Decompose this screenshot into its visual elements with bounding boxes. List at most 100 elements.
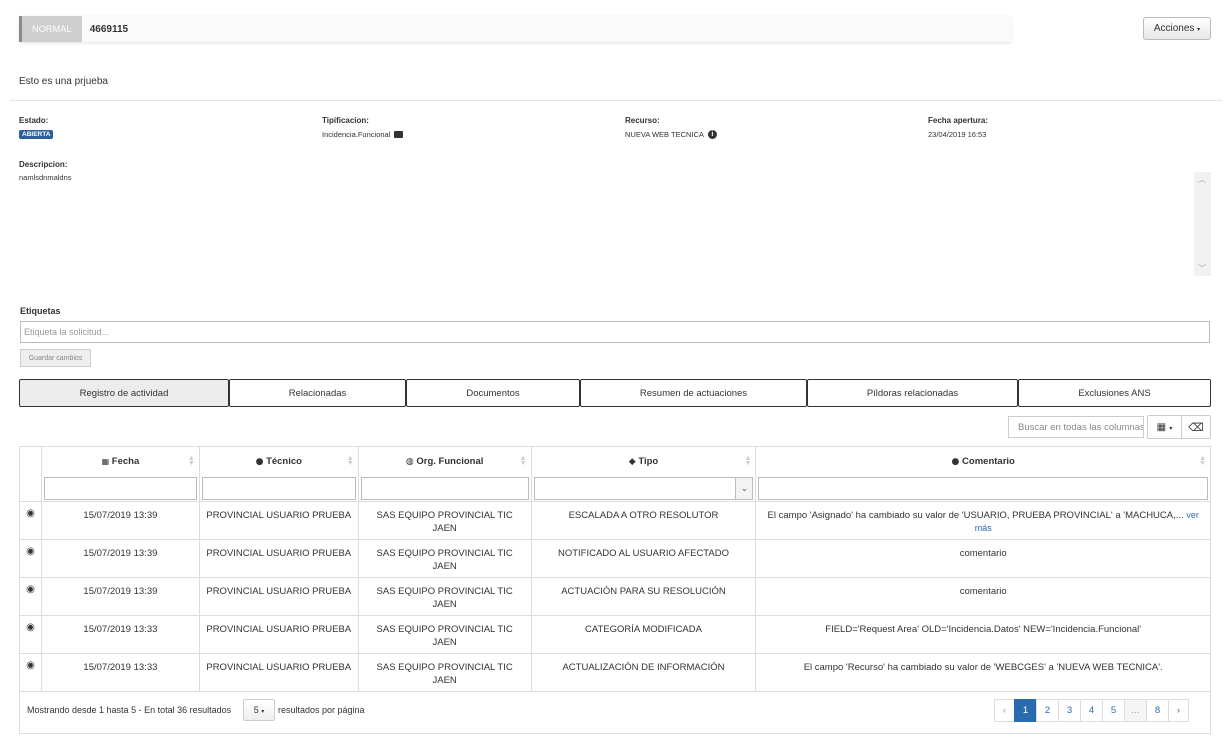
- cell-fecha: 15/07/2019 13:33: [41, 653, 200, 692]
- cell-tipo: ESCALADA A OTRO RESOLUTOR: [531, 501, 757, 540]
- sort-icon[interactable]: ▲ ▼: [188, 455, 195, 467]
- actions-label: Acciones: [1153, 23, 1195, 34]
- page-prev[interactable]: ‹: [994, 699, 1015, 722]
- scrollbar[interactable]: ︿ ﹀: [1194, 172, 1211, 276]
- filter-fecha-input[interactable]: [43, 476, 197, 500]
- cell-fecha: 15/07/2019 13:39: [41, 539, 200, 578]
- table-row: ◉ 15/07/2019 13:39 PROVINCIAL USUARIO PR…: [19, 501, 1211, 540]
- filter-comentario-input[interactable]: [758, 476, 1208, 500]
- cell-comentario: comentario: [755, 539, 1211, 578]
- filter-tipo-select[interactable]: ⌄: [533, 476, 754, 500]
- filter-tecnico-input[interactable]: [201, 476, 356, 500]
- tab-exclusiones-ans[interactable]: Exclusiones ANS: [1018, 379, 1211, 407]
- field-fecha: Fecha apertura: 23/04/2019 16:53: [928, 116, 988, 139]
- eye-icon[interactable]: ◉: [19, 615, 42, 654]
- briefcase-icon[interactable]: [394, 131, 404, 138]
- page-4[interactable]: 4: [1080, 699, 1103, 722]
- results-summary: Mostrando desde 1 hasta 5 - En total 36 …: [27, 705, 232, 715]
- cell-org: SAS EQUIPO PROVINCIAL TIC JAEN: [358, 501, 532, 540]
- cell-comentario: El campo 'Recurso' ha cambiado su valor …: [755, 653, 1211, 692]
- page-ellipsis: ...: [1124, 699, 1147, 722]
- cell-tipo: NOTIFICADO AL USUARIO AFECTADO: [531, 539, 757, 578]
- tab-documentos[interactable]: Documentos: [406, 379, 580, 407]
- clear-filters-button[interactable]: ⌫: [1181, 415, 1211, 439]
- columns-button[interactable]: ▦ ▾: [1147, 415, 1182, 439]
- cell-tecnico: PROVINCIAL USUARIO PRUEBA: [199, 653, 359, 692]
- column-header-fecha[interactable]: ▦ Fecha ▲ ▼: [41, 446, 200, 476]
- table-row: ◉ 15/07/2019 13:39 PROVINCIAL USUARIO PR…: [19, 577, 1211, 616]
- cell-org: SAS EQUIPO PROVINCIAL TIC JAEN: [358, 577, 532, 616]
- filter-cell: [756, 476, 1211, 502]
- field-tipificacion-value: Incidencia.Funcional: [322, 130, 391, 139]
- table-row: ◉ 15/07/2019 13:39 PROVINCIAL USUARIO PR…: [19, 539, 1211, 578]
- filter-cell: [41, 475, 200, 502]
- per-page-label: resultados por página: [278, 705, 365, 715]
- column-header-view: [19, 446, 42, 476]
- tag-icon: ◆: [628, 456, 636, 467]
- field-estado: Estado: ABIERTA: [19, 116, 54, 139]
- filter-org-input[interactable]: [360, 476, 529, 500]
- scroll-down-icon[interactable]: ﹀: [1198, 263, 1206, 274]
- tab-relacionadas[interactable]: Relacionadas: [229, 379, 406, 407]
- eraser-icon: ⌫: [1188, 420, 1204, 434]
- scroll-up-icon[interactable]: ︿: [1198, 174, 1206, 185]
- eye-icon[interactable]: ◉: [19, 577, 42, 616]
- per-page-select[interactable]: 5 ▾: [243, 699, 275, 721]
- tags-label: Etiquetas: [20, 306, 61, 316]
- cell-fecha: 15/07/2019 13:39: [41, 501, 200, 540]
- eye-icon[interactable]: ◉: [19, 653, 42, 692]
- column-header-tipo[interactable]: ◆ Tipo ▲ ▼: [531, 446, 757, 476]
- eye-icon[interactable]: ◉: [19, 501, 42, 540]
- sort-icon[interactable]: ▲ ▼: [347, 455, 354, 467]
- field-tipificacion-label: Tipificacion:: [322, 116, 369, 125]
- page-5[interactable]: 5: [1102, 699, 1125, 722]
- field-fecha-label: Fecha apertura:: [928, 116, 989, 125]
- table-search-input[interactable]: [1008, 416, 1144, 438]
- sort-icon[interactable]: ▲ ▼: [1199, 455, 1206, 467]
- cell-tecnico: PROVINCIAL USUARIO PRUEBA: [199, 501, 359, 540]
- cell-org: SAS EQUIPO PROVINCIAL TIC JAEN: [358, 653, 532, 692]
- ticket-header: NORMAL 4669115: [19, 16, 1011, 42]
- comment-icon: ●: [951, 456, 960, 467]
- ticket-id: 4669115: [89, 23, 129, 35]
- cell-fecha: 15/07/2019 13:39: [41, 577, 200, 616]
- divider: [10, 100, 1222, 101]
- user-icon: ●: [255, 456, 264, 467]
- tab-resumen-actuaciones[interactable]: Resumen de actuaciones: [580, 379, 807, 407]
- grid-icon: ▦: [1156, 421, 1167, 433]
- cell-comentario: comentario: [755, 577, 1211, 616]
- tab-pildoras-relacionadas[interactable]: Píldoras relacionadas: [807, 379, 1018, 407]
- sort-icon[interactable]: ▲ ▼: [744, 455, 751, 467]
- column-header-org[interactable]: ◍ Org. Funcional ▲ ▼: [358, 446, 532, 476]
- cell-tecnico: PROVINCIAL USUARIO PRUEBA: [199, 577, 359, 616]
- cell-tecnico: PROVINCIAL USUARIO PRUEBA: [199, 615, 359, 654]
- cell-tipo: ACTUALIZACIÓN DE INFORMACIÓN: [531, 653, 757, 692]
- page-1[interactable]: 1: [1014, 699, 1037, 722]
- page-8[interactable]: 8: [1146, 699, 1169, 722]
- page-3[interactable]: 3: [1058, 699, 1081, 722]
- field-recurso-label: Recurso:: [625, 116, 660, 125]
- field-recurso: Recurso: NUEVA WEB TECNICA i: [625, 116, 717, 139]
- description-area[interactable]: ︿ ﹀: [19, 172, 1211, 276]
- sort-icon[interactable]: ▲ ▼: [520, 455, 527, 467]
- filter-row: ⌄: [19, 475, 1211, 502]
- field-tipificacion: Tipificacion: Incidencia.Funcional: [322, 116, 404, 139]
- tab-registro-actividad[interactable]: Registro de actividad: [19, 379, 229, 407]
- field-descripcion-label: Descripcion:: [19, 160, 68, 169]
- cell-org: SAS EQUIPO PROVINCIAL TIC JAEN: [358, 615, 532, 654]
- column-header-tecnico[interactable]: ● Técnico ▲ ▼: [199, 446, 359, 476]
- ticket-subject: Esto es una prjueba: [19, 76, 108, 87]
- field-recurso-value: NUEVA WEB TECNICA: [625, 130, 704, 139]
- chevron-down-icon: ⌄: [735, 477, 753, 499]
- info-icon[interactable]: i: [707, 130, 717, 139]
- activity-table: ▦ Fecha ▲ ▼ ● Técnico ▲ ▼ ◍ Org. Funcional ▲ ▼…: [19, 446, 1211, 734]
- save-changes-button[interactable]: Guardar cambios: [20, 349, 91, 367]
- actions-button[interactable]: Acciones ▾: [1143, 17, 1211, 40]
- cell-tecnico: PROVINCIAL USUARIO PRUEBA: [199, 539, 359, 578]
- eye-icon[interactable]: ◉: [19, 539, 42, 578]
- cell-tipo: CATEGORÍA MODIFICADA: [531, 615, 757, 654]
- column-header-comentario[interactable]: ● Comentario ▲ ▼: [756, 447, 1211, 476]
- page-next[interactable]: ›: [1168, 699, 1189, 722]
- tags-input[interactable]: [20, 321, 1210, 343]
- page-2[interactable]: 2: [1036, 699, 1059, 722]
